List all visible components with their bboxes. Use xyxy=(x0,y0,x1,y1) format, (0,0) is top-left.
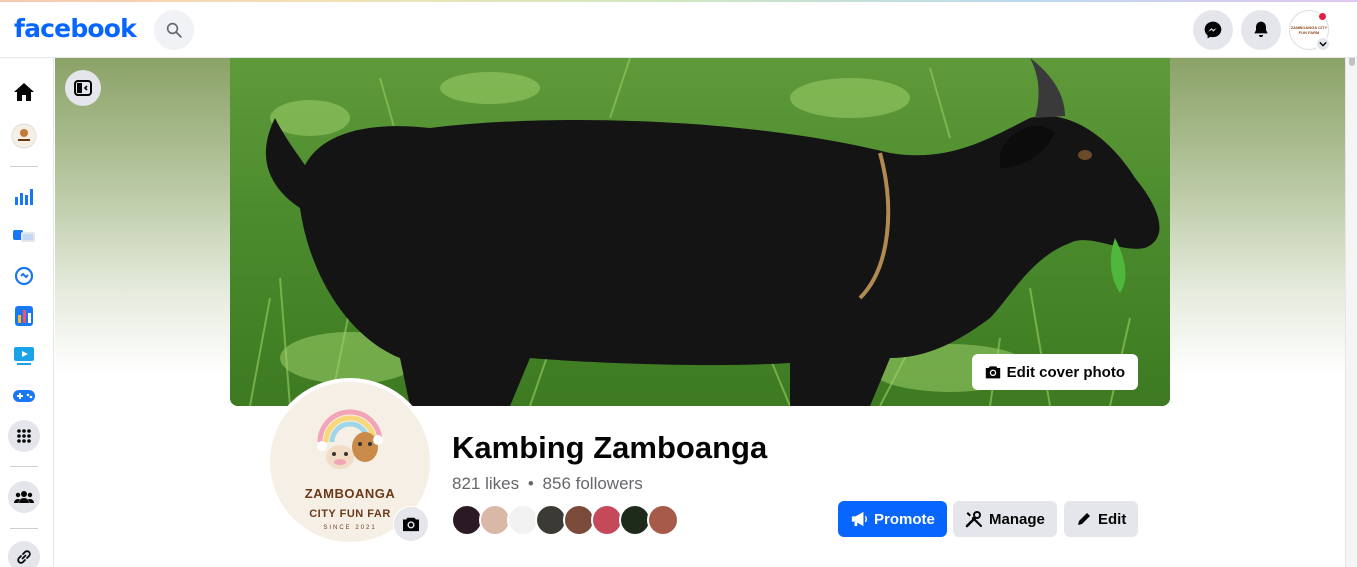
sidebar-divider xyxy=(10,528,38,529)
edit-label: Edit xyxy=(1098,510,1127,528)
megaphone-icon xyxy=(851,511,867,527)
follower-avatar[interactable] xyxy=(647,504,679,536)
notifications-button[interactable] xyxy=(1241,10,1281,50)
messenger-icon xyxy=(1204,21,1222,39)
sidebar-toggle-icon xyxy=(74,80,92,96)
edit-cover-photo-button[interactable]: Edit cover photo xyxy=(971,354,1138,390)
insights-icon[interactable] xyxy=(8,180,40,212)
followers-count[interactable]: 856 followers xyxy=(543,474,643,493)
promote-button[interactable]: Promote xyxy=(838,501,947,537)
dashboard-icon[interactable] xyxy=(8,300,40,332)
update-profile-picture-button[interactable] xyxy=(393,506,429,542)
collapse-sidebar-button[interactable] xyxy=(65,70,101,106)
gaming-icon[interactable] xyxy=(8,380,40,412)
cover-photo[interactable]: Edit cover photo xyxy=(230,58,1170,406)
pencil-icon xyxy=(1078,513,1090,525)
page-stats: 821 likes • 856 followers xyxy=(452,474,643,494)
facebook-logo[interactable]: facebook xyxy=(14,14,137,43)
brand-line-1: ZAMBOANGA xyxy=(304,486,396,501)
bell-icon xyxy=(1254,21,1268,38)
edit-button[interactable]: Edit xyxy=(1064,501,1139,537)
watch-icon[interactable] xyxy=(8,340,40,372)
groups-icon[interactable] xyxy=(8,481,40,513)
page-avatar[interactable] xyxy=(8,120,40,152)
tools-icon xyxy=(965,511,983,528)
promote-label: Promote xyxy=(874,510,935,528)
link-icon[interactable] xyxy=(8,541,40,567)
ads-icon[interactable] xyxy=(8,220,40,252)
page-title: Kambing Zamboanga xyxy=(452,430,768,465)
farm-logo-icon xyxy=(317,409,383,469)
stats-separator: • xyxy=(527,474,534,493)
camera-icon xyxy=(403,517,419,532)
messenger-button[interactable] xyxy=(1193,10,1233,50)
sidebar-divider xyxy=(10,166,38,167)
edit-cover-photo-label: Edit cover photo xyxy=(1006,363,1125,381)
apps-grid-icon[interactable] xyxy=(8,420,40,452)
top-navigation-bar: facebook ZAMBOANGA CITY FUN FARM xyxy=(0,0,1357,58)
search-button[interactable] xyxy=(154,10,194,50)
follower-avatars xyxy=(451,504,679,536)
meta-business-icon[interactable] xyxy=(8,260,40,292)
home-icon[interactable] xyxy=(8,76,40,108)
left-sidebar xyxy=(0,58,54,567)
manage-label: Manage xyxy=(989,510,1045,528)
page-scrollbar[interactable] xyxy=(1345,0,1357,567)
camera-icon xyxy=(985,366,1000,379)
page-main: Edit cover photo ZAMBOANGA CITY FUN FAR … xyxy=(55,58,1345,567)
profile-avatar: ZAMBOANGA CITY FUN FARM xyxy=(1290,25,1328,35)
top-accent-stripe xyxy=(0,0,1357,2)
likes-count[interactable]: 821 likes xyxy=(452,474,519,493)
chevron-down-icon xyxy=(1316,37,1330,51)
manage-button[interactable]: Manage xyxy=(953,501,1057,537)
notification-dot xyxy=(1318,12,1327,21)
account-menu-button[interactable]: ZAMBOANGA CITY FUN FARM xyxy=(1289,10,1330,51)
sidebar-divider xyxy=(10,466,38,467)
search-icon xyxy=(166,22,182,38)
